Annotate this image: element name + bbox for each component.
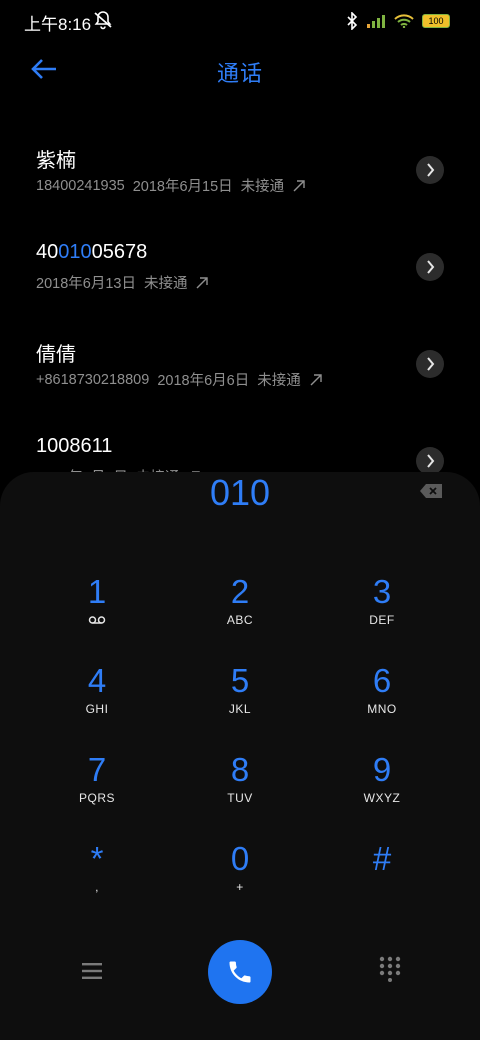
key-8[interactable]: 8 TUV — [180, 750, 300, 828]
phone-icon — [229, 961, 251, 983]
key-star[interactable]: * , — [37, 839, 157, 917]
details-button[interactable] — [416, 253, 444, 281]
key-digit: 4 — [87, 662, 107, 699]
dialer-actions — [0, 940, 480, 1030]
key-digit: 8 — [230, 751, 250, 788]
contact-name: 倩倩 — [36, 344, 76, 366]
call-row[interactable]: 紫楠 18400241935 2018年6月15日 未接通 — [0, 130, 480, 220]
dialpad-panel: 010 1 2 ABC 3 DEF 4 GHI 5 JKL 6 MNO 7 PQ… — [0, 472, 480, 1040]
key-9[interactable]: 9 WXYZ — [322, 750, 442, 828]
key-letters: + — [236, 880, 244, 894]
details-button[interactable] — [416, 156, 444, 184]
name-prefix: 40 — [36, 241, 59, 263]
outgoing-arrow-icon — [196, 276, 209, 288]
battery-icon: 100 — [422, 14, 450, 28]
chevron-right-icon — [427, 454, 435, 468]
key-5[interactable]: 5 JKL — [180, 661, 300, 739]
dialpad-toggle-icon[interactable] — [378, 956, 402, 982]
key-digit: 7 — [87, 751, 107, 788]
voicemail-icon — [88, 616, 106, 624]
status-time: 上午8:16 — [24, 15, 92, 34]
details-button[interactable] — [416, 447, 444, 475]
page-title: 通话 — [216, 61, 263, 86]
key-letters: ABC — [226, 613, 254, 627]
status-bar: 上午8:16 100 — [0, 0, 480, 40]
contact-name: 4001005678 — [36, 241, 147, 264]
key-hash[interactable]: # — [322, 839, 442, 917]
chevron-right-icon — [427, 357, 435, 371]
chevron-right-icon — [427, 163, 435, 177]
call-meta: 2018年6月13日 未接通 — [36, 272, 209, 293]
key-letters: DEF — [369, 613, 395, 627]
name-highlight: 010 — [58, 241, 92, 263]
key-digit: 9 — [372, 751, 392, 788]
call-row[interactable]: 4001005678 2018年6月13日 未接通 — [0, 227, 480, 317]
call-status: 未接通 — [257, 373, 301, 389]
mute-bell-icon — [94, 11, 112, 30]
key-digit: # — [372, 840, 392, 877]
call-meta: +8618730218809 2018年6月6日 未接通 — [36, 369, 323, 390]
dial-input-display[interactable]: 010 — [0, 472, 480, 514]
key-digit: 1 — [87, 573, 107, 610]
key-0[interactable]: 0 + — [180, 839, 300, 917]
call-date: 2018年6月13日 — [36, 276, 136, 292]
battery-level: 100 — [428, 15, 444, 26]
call-number: +8618730218809 — [36, 371, 150, 388]
key-letters: JKL — [228, 702, 252, 716]
key-letters: TUV — [227, 791, 253, 805]
wifi-icon — [394, 14, 414, 28]
signal-icon — [367, 15, 385, 28]
call-date: 2018年6月6日 — [157, 373, 250, 389]
call-meta: 18400241935 2018年6月15日 未接通 — [36, 175, 306, 196]
call-status: 未接通 — [143, 276, 188, 292]
key-3[interactable]: 3 DEF — [322, 572, 442, 650]
outgoing-arrow-icon — [293, 179, 305, 191]
key-1[interactable]: 1 — [37, 572, 157, 650]
call-row[interactable]: 倩倩 +8618730218809 2018年6月6日 未接通 — [0, 324, 480, 414]
key-letters: MNO — [367, 702, 397, 716]
key-digit: 6 — [372, 662, 392, 699]
key-digit: 0 — [230, 840, 250, 877]
key-letters: WXYZ — [363, 791, 401, 805]
call-date: 2018年6月15日 — [132, 179, 233, 195]
key-4[interactable]: 4 GHI — [37, 661, 157, 739]
key-letters: , — [95, 880, 99, 894]
key-7[interactable]: 7 PQRS — [37, 750, 157, 828]
call-number: 18400241935 — [36, 177, 125, 194]
name-suffix: 05678 — [91, 241, 148, 263]
menu-icon[interactable] — [80, 960, 104, 982]
backspace-icon[interactable] — [418, 482, 444, 500]
chevron-right-icon — [427, 260, 435, 274]
outgoing-arrow-icon — [310, 373, 322, 385]
call-button[interactable] — [208, 940, 272, 1004]
header: 通话 — [0, 44, 480, 94]
key-letters: GHI — [85, 702, 109, 716]
key-digit: 5 — [230, 662, 250, 699]
key-6[interactable]: 6 MNO — [322, 661, 442, 739]
key-digit: 2 — [230, 573, 250, 610]
contact-name: 紫楠 — [36, 150, 76, 172]
key-digit: 3 — [372, 573, 392, 610]
key-2[interactable]: 2 ABC — [180, 572, 300, 650]
key-digit: * — [90, 840, 104, 877]
bluetooth-icon — [347, 12, 358, 30]
key-letters: PQRS — [78, 791, 115, 805]
contact-name: 1008611 — [36, 435, 113, 457]
details-button[interactable] — [416, 350, 444, 378]
call-status: 未接通 — [240, 179, 285, 195]
